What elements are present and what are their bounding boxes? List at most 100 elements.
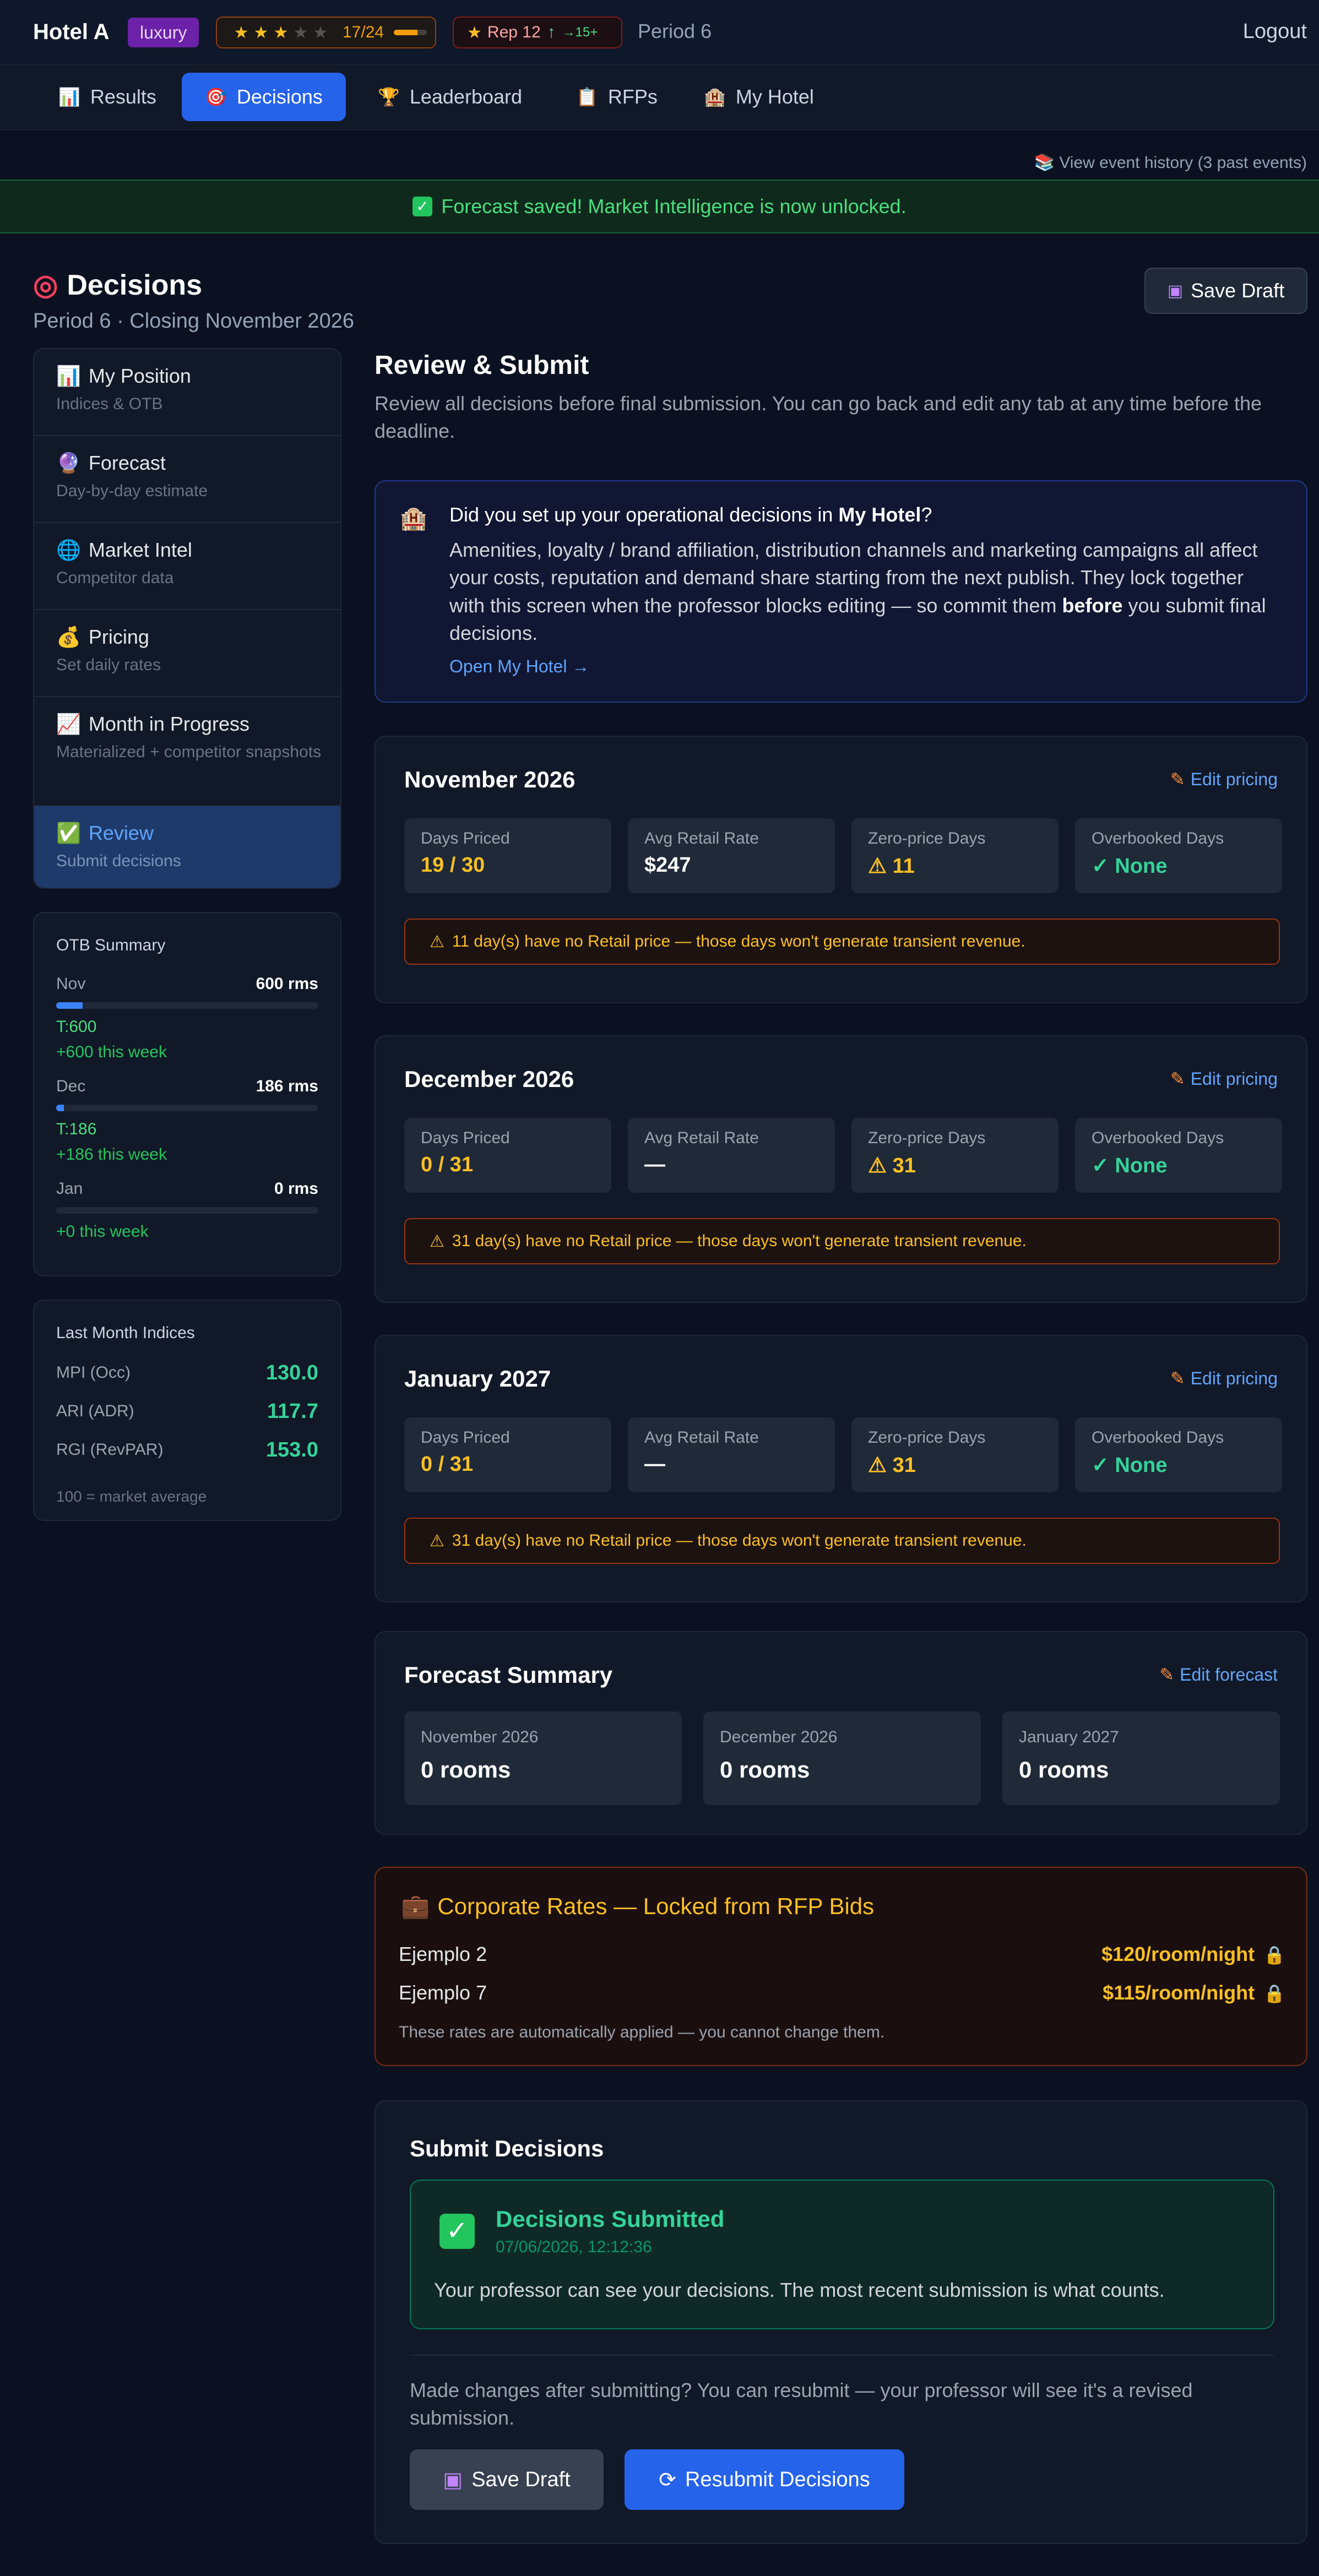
warning-alert: ⚠ 31 day(s) have no Retail price — those … [404,1218,1280,1264]
toast-text: Forecast saved! Market Intelligence is n… [441,195,907,218]
success-toast: ✓ Forecast saved! Market Intelligence is… [0,180,1319,233]
stat-tile-zero-price: Zero-price Days ⚠ 11 [851,818,1059,893]
indices-title: Last Month Indices [56,1324,195,1342]
warning-alert: ⚠ 11 day(s) have no Retail price — those … [404,919,1280,965]
tab-label: Results [90,85,156,108]
step-my-position[interactable]: 📊 My Position Indices & OTB [34,349,340,436]
edit-pricing-link[interactable]: ✎ Edit pricing [1170,1068,1278,1089]
corporate-rate-row: Ejemplo 2 $120/room/night 🔒 [399,1943,1285,1965]
tab-label: Decisions [236,85,323,108]
forecast-title: Forecast Summary [404,1662,613,1688]
corporate-title: 💼 Corporate Rates — Locked from RFP Bids [401,1893,875,1919]
save-draft-button[interactable]: ▣ Save Draft [410,2449,604,2510]
warning-icon: ⚠ [430,1232,444,1251]
otb-progress-bar [56,1207,318,1214]
tier-badge: luxury [128,18,199,47]
tab-label: My Hotel [735,85,814,108]
otb-progress-bar [56,1105,318,1111]
check-icon: ✓ [439,2214,475,2249]
hotel-icon: 🏨 [400,507,427,531]
check-icon: ✓ [412,197,433,216]
otb-summary: OTB Summary Nov 600 rms T:600 +600 this … [33,912,341,1276]
logout-link[interactable]: Logout [1243,20,1307,44]
reputation-label: Rep 12 [487,23,541,41]
tab-my-hotel[interactable]: 🏨 My Hotel [681,73,837,121]
section-title: Review & Submit [374,351,589,380]
index-row-mpi: MPI (Occ) 130.0 [56,1361,318,1384]
submit-title: Submit Decisions [410,2135,604,2161]
edit-pricing-link[interactable]: ✎ Edit pricing [1170,769,1278,790]
corporate-rates: 💼 Corporate Rates — Locked from RFP Bids … [374,1867,1307,2066]
save-draft-button[interactable]: ▣ Save Draft [1144,268,1307,314]
pencil-icon: ✎ [1159,1665,1175,1684]
step-forecast[interactable]: 🔮 Forecast Day-by-day estimate [34,436,340,523]
tab-label: RFPs [607,85,658,108]
decision-steps-nav: 📊 My Position Indices & OTB 🔮 Forecast Day… [33,348,341,889]
trend-chart-icon: 📈 [56,713,81,735]
stat-tile-zero-price: Zero-price Days ⚠ 31 [851,1417,1059,1492]
floppy-icon: ▣ [443,2468,463,2492]
month-card-nov: November 2026 ✎ Edit pricing Days Priced 1… [374,736,1307,1003]
star-score: 17/24 [343,23,384,41]
reputation-target: →15+ [562,25,598,40]
check-icon: ✅ [56,822,81,844]
otb-row-jan: Jan 0 rms +0 this week [56,1180,318,1241]
edit-forecast-link[interactable]: ✎ Edit forecast [1159,1664,1278,1685]
tab-decisions[interactable]: 🎯 Decisions [182,73,346,121]
otb-row-dec: Dec 186 rms T:186 +186 this week [56,1077,318,1164]
clipboard-icon: 📋 [576,87,598,107]
submission-timestamp: 07/06/2026, 12:12:36 [496,2238,652,2256]
refresh-icon: ⟳ [659,2468,677,2492]
event-history-link[interactable]: 📚 View event history (3 past events) [1034,153,1307,172]
index-row-ari: ARI (ADR) 117.7 [56,1400,318,1423]
indices-note: 100 = market average [56,1488,207,1505]
corporate-note: These rates are automatically applied — … [399,2023,885,2041]
hotel-name: Hotel A [33,20,110,44]
forecast-tile: December 2026 0 rooms [703,1711,981,1805]
resubmit-note: Made changes after submitting? You can r… [410,2379,1193,2430]
page-title: ◎ Decisions [33,269,203,301]
step-month-in-progress[interactable]: 📈 Month in Progress Materialized + compet… [34,697,340,806]
hotel-icon: 🏨 [704,87,726,107]
notice-question: Did you set up your operational decision… [449,503,932,526]
crystal-ball-icon: 🔮 [56,452,81,474]
money-bag-icon: 💰 [56,626,81,648]
forecast-tile: January 2027 0 rooms [1002,1711,1280,1805]
stat-tile-avg-rate: Avg Retail Rate $247 [628,818,835,893]
lock-icon: 🔒 [1263,1983,1285,2003]
floppy-icon: ▣ [1167,281,1184,300]
page-subtitle: Period 6 · Closing November 2026 [33,309,354,333]
period-label: Period 6 [638,20,712,42]
step-market-intel[interactable]: 🌐 Market Intel Competitor data [34,523,340,610]
tab-results[interactable]: 📊 Results [35,73,180,121]
open-my-hotel-link[interactable]: Open My Hotel → [449,656,589,677]
tab-rfps[interactable]: 📋 RFPs [553,73,681,121]
globe-icon: 🌐 [56,539,81,561]
submit-decisions-card: Submit Decisions ✓ Decisions Submitted 0… [374,2100,1307,2544]
stat-tile-avg-rate: Avg Retail Rate — [628,1417,835,1492]
otb-title: OTB Summary [56,936,166,954]
divider [410,2355,1274,2356]
notice-body: Amenities, loyalty / brand affiliation, … [449,539,1266,645]
warning-alert: ⚠ 31 day(s) have no Retail price — those … [404,1518,1280,1564]
lock-icon: 🔒 [1263,1945,1285,1965]
edit-pricing-link[interactable]: ✎ Edit pricing [1170,1368,1278,1389]
step-review[interactable]: ✅ Review Submit decisions [34,806,340,888]
stat-tile-days-priced: Days Priced 0 / 31 [404,1417,611,1492]
warning-icon: ⚠ [430,932,444,951]
briefcase-icon: 💼 [401,1893,430,1919]
stat-tile-overbooked: Overbooked Days ✓ None [1075,1417,1282,1492]
top-bar: Hotel A luxury ★ ★ ★ ★ ★ 17/24 ★ Rep 12 … [0,0,1319,65]
last-month-indices: Last Month Indices MPI (Occ) 130.0 ARI (A… [33,1300,341,1521]
pencil-icon: ✎ [1170,1368,1185,1388]
pencil-icon: ✎ [1170,1069,1185,1089]
month-title: December 2026 [404,1066,574,1092]
resubmit-button[interactable]: ⟳ Resubmit Decisions [625,2449,904,2510]
trophy-icon: ★ [467,23,482,42]
step-pricing[interactable]: 💰 Pricing Set daily rates [34,610,340,697]
tab-leaderboard[interactable]: 🏆 Leaderboard [355,73,545,121]
stat-tile-avg-rate: Avg Retail Rate — [628,1118,835,1193]
warning-icon: ⚠ [430,1531,444,1550]
section-description: Review all decisions before final submis… [374,392,1262,443]
star-icon: ★ [234,23,249,42]
